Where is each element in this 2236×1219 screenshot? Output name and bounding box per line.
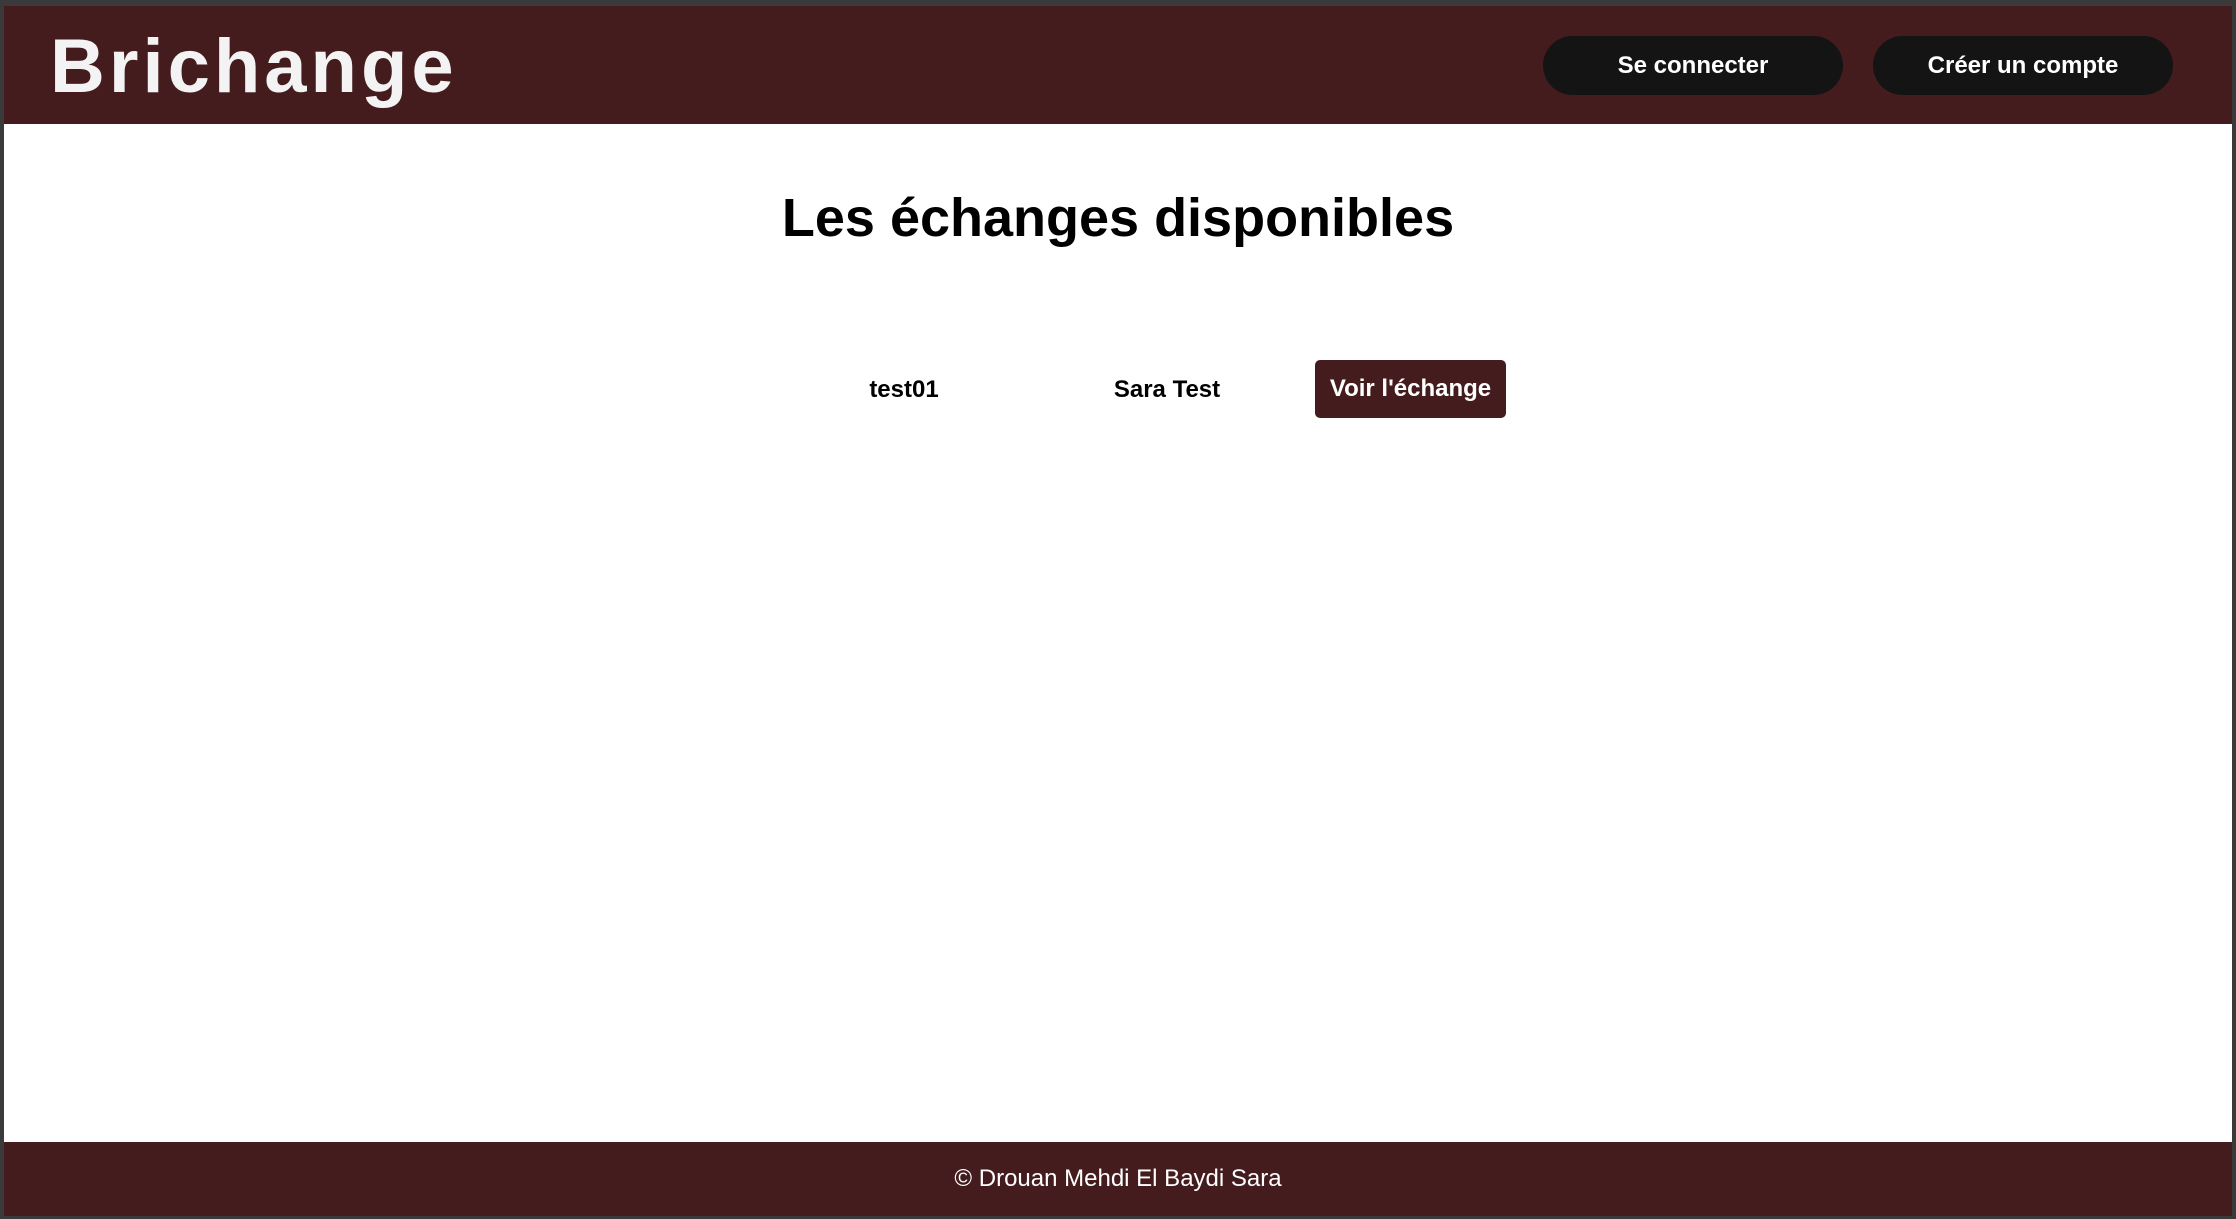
top-navbar: Brichange Se connecter Créer un compte [4, 6, 2232, 124]
footer-credits: © Drouan Mehdi El Baydi Sara [954, 1165, 1282, 1192]
view-exchange-button[interactable]: Voir l'échange [1315, 360, 1506, 418]
app-window: Brichange Se connecter Créer un compte L… [4, 6, 2232, 1216]
page-title: Les échanges disponibles [781, 188, 1455, 248]
brand-logo[interactable]: Brichange [50, 22, 458, 112]
signup-button[interactable]: Créer un compte [1873, 36, 2173, 95]
exchange-list-item: test01 Sara Test Voir l'échange [4, 360, 2232, 420]
exchange-owner: Sara Test [1113, 376, 1221, 403]
login-button[interactable]: Se connecter [1543, 36, 1843, 95]
exchange-title: test01 [869, 376, 939, 403]
footer: © Drouan Mehdi El Baydi Sara [4, 1142, 2232, 1216]
